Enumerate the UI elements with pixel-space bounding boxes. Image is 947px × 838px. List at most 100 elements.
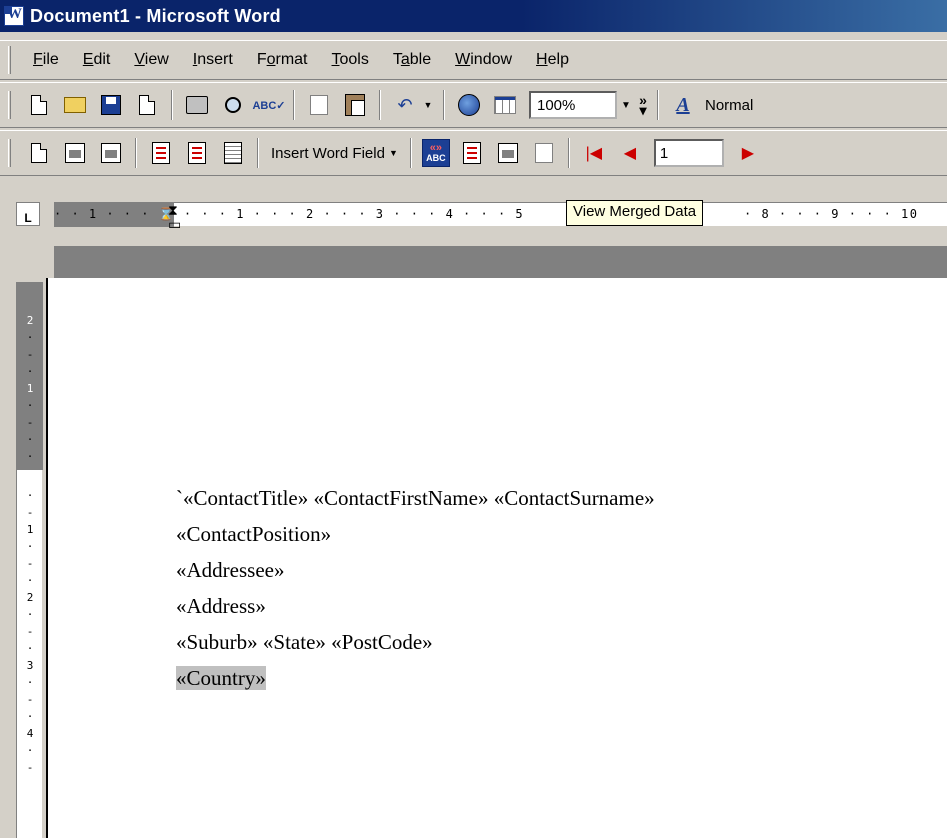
merge-field-line[interactable]: «ContactPosition»: [176, 516, 655, 552]
open-data-source-button[interactable]: [61, 139, 89, 167]
merge-field-block[interactable]: `«ContactTitle» «ContactFirstName» «Cont…: [176, 480, 655, 696]
tab-selector-button[interactable]: L: [16, 202, 40, 226]
undo-dropdown-arrow[interactable]: ▼: [423, 91, 433, 119]
previous-record-icon: ◀: [623, 145, 637, 162]
merge-field-line[interactable]: «Addressee»: [176, 552, 655, 588]
print-icon: [186, 96, 208, 114]
menu-view[interactable]: View: [122, 51, 180, 69]
toolbar-separator: [567, 138, 570, 168]
vertical-ruler-ticks: 2 · - · 1 · - · · · -1 · - · 2 · - · 3 · - · 4 · -: [26, 314, 34, 774]
propagate-labels-button[interactable]: [530, 139, 558, 167]
match-fields-button[interactable]: [494, 139, 522, 167]
styles-icon: A: [676, 93, 690, 116]
open-button[interactable]: [61, 91, 89, 119]
merge-field-line[interactable]: `«ContactTitle» «ContactFirstName» «Cont…: [176, 480, 655, 516]
insert-word-field-label: Insert Word Field: [271, 144, 385, 162]
undo-icon: ↶: [397, 94, 413, 115]
zoom-input[interactable]: 100%: [529, 91, 617, 119]
insert-table-icon: [494, 96, 516, 114]
insert-address-block-button[interactable]: [147, 139, 175, 167]
print-preview-button[interactable]: [219, 91, 247, 119]
toolbar-separator: [657, 90, 659, 120]
next-record-icon: ▶: [741, 145, 755, 162]
toolbar-separator: [379, 90, 381, 120]
horizontal-ruler-row: L · · 1 · · · ⌛ · · · 1 · · · 2 · · · 3 …: [0, 196, 947, 231]
toolbar-separator: [443, 90, 445, 120]
toolbar-grip[interactable]: [8, 91, 11, 119]
zoom-dropdown-arrow[interactable]: ▼: [617, 91, 635, 119]
print-button[interactable]: [183, 91, 211, 119]
web-globe-icon: [458, 94, 480, 116]
ruler-ticks-right: · 8 · · · 9 · · · 10: [744, 207, 919, 221]
view-merged-data-button[interactable]: «» ABC: [421, 139, 450, 167]
menu-table[interactable]: Table: [381, 51, 443, 69]
record-number-input[interactable]: 1: [653, 139, 724, 167]
insert-merge-fields-button[interactable]: [219, 139, 247, 167]
highlight-merge-fields-icon: [462, 142, 481, 164]
insert-greeting-line-icon: [188, 142, 206, 164]
previous-record-button[interactable]: ◀: [616, 139, 644, 167]
new-document-button[interactable]: [25, 91, 53, 119]
merge-field-line[interactable]: «Address»: [176, 588, 655, 624]
permission-icon: [139, 95, 155, 115]
mail-merge-recipients-button[interactable]: [97, 139, 125, 167]
toolbar-options-chevron-icon[interactable]: » ▾: [635, 93, 651, 117]
next-record-button[interactable]: ▶: [734, 139, 762, 167]
propagate-labels-icon: [534, 143, 553, 163]
highlight-merge-fields-button[interactable]: [458, 139, 486, 167]
selected-merge-field[interactable]: «Country»: [176, 666, 266, 690]
insert-merge-fields-icon: [224, 142, 242, 164]
chevron-down-icon: ▼: [388, 148, 398, 158]
indent-marker-icon[interactable]: ⧗ ▭: [168, 203, 181, 233]
toolbar-separator: [135, 138, 137, 168]
save-button[interactable]: [97, 91, 125, 119]
menu-tools[interactable]: Tools: [320, 51, 381, 69]
toolbar-separator: [171, 90, 173, 120]
menu-bar: File Edit View Insert Format Tools Table…: [0, 40, 947, 80]
first-record-icon: |◀: [585, 145, 603, 162]
save-disk-icon: [101, 95, 121, 115]
menu-window[interactable]: Window: [443, 51, 524, 69]
new-document-icon: [31, 95, 47, 115]
style-select[interactable]: Normal: [701, 91, 753, 119]
ruler-ticks: · · 1 · · · ⌛ · · · 1 · · · 2 · · · 3 · …: [54, 207, 525, 221]
vertical-ruler[interactable]: 2 · - · 1 · - · · · -1 · - · 2 · - · 3 · - · 4 · -: [16, 282, 43, 838]
spelling-button[interactable]: ABC✓: [252, 91, 285, 119]
toolbar-grip[interactable]: [8, 139, 11, 167]
standard-toolbar: ABC✓ ↶ ▼ 100% ▼ » ▾ A Normal: [0, 82, 947, 128]
menu-insert[interactable]: Insert: [181, 51, 245, 69]
menu-help[interactable]: Help: [524, 51, 581, 69]
merge-field-line[interactable]: «Suburb» «State» «PostCode»: [176, 624, 655, 660]
web-button[interactable]: [455, 91, 483, 119]
title-bar: Document1 - Microsoft Word: [0, 0, 947, 32]
paste-icon: [345, 94, 365, 116]
insert-greeting-line-button[interactable]: [183, 139, 211, 167]
word-app-icon[interactable]: [4, 6, 24, 26]
toolbar-separator: [257, 138, 259, 168]
menu-edit[interactable]: Edit: [71, 51, 123, 69]
permission-button[interactable]: [133, 91, 161, 119]
toolbar-separator: [409, 138, 412, 168]
copy-button[interactable]: [305, 91, 333, 119]
menu-format[interactable]: Format: [245, 51, 320, 69]
undo-button[interactable]: ↶: [391, 91, 419, 119]
mail-merge-recipients-icon: [101, 143, 121, 163]
insert-word-field-button[interactable]: Insert Word Field ▼: [265, 139, 404, 167]
open-folder-icon: [64, 97, 86, 113]
insert-table-button[interactable]: [491, 91, 519, 119]
mail-merge-toolbar: Insert Word Field ▼ «» ABC |◀ ◀ 1 ▶: [0, 130, 947, 176]
insert-address-block-icon: [152, 142, 170, 164]
horizontal-ruler[interactable]: · · 1 · · · ⌛ · · · 1 · · · 2 · · · 3 · …: [54, 202, 947, 231]
menu-file[interactable]: File: [21, 51, 71, 69]
styles-button[interactable]: A: [669, 91, 697, 119]
window-title: Document1 - Microsoft Word: [30, 5, 281, 26]
open-data-source-icon: [65, 143, 85, 163]
main-document-setup-button[interactable]: [25, 139, 53, 167]
print-preview-icon: [225, 97, 241, 113]
first-record-button[interactable]: |◀: [580, 139, 608, 167]
menu-bar-grip[interactable]: [8, 46, 11, 74]
match-fields-icon: [497, 143, 518, 163]
tooltip: View Merged Data: [566, 200, 704, 226]
main-document-setup-icon: [31, 143, 47, 163]
paste-button[interactable]: [341, 91, 369, 119]
